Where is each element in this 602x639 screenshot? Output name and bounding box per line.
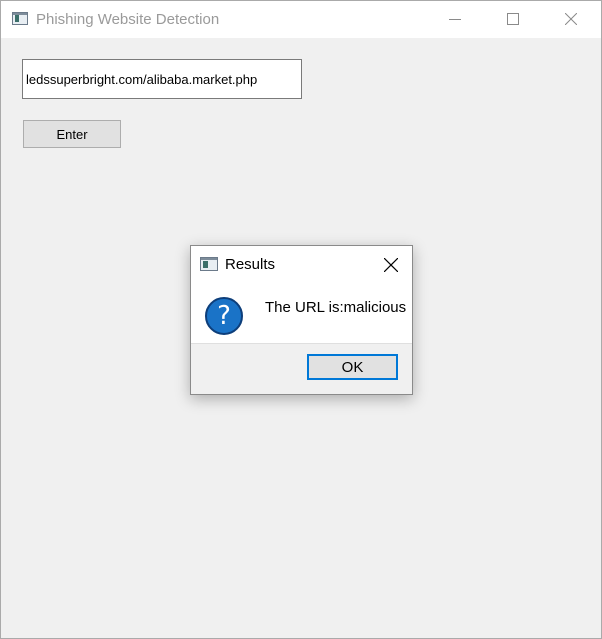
results-dialog: Results ? The URL is:malicious OK bbox=[190, 245, 413, 395]
dialog-close-button[interactable] bbox=[380, 254, 402, 276]
close-icon bbox=[565, 13, 577, 25]
ok-button[interactable]: OK bbox=[307, 354, 398, 380]
ok-button-label: OK bbox=[341, 358, 364, 376]
url-input[interactable] bbox=[22, 59, 302, 99]
app-window-icon bbox=[12, 12, 28, 25]
dialog-footer: OK bbox=[191, 343, 412, 394]
maximize-icon bbox=[507, 13, 519, 25]
minimize-button[interactable] bbox=[432, 1, 478, 38]
app-window-icon bbox=[200, 257, 218, 271]
dialog-title: Results bbox=[225, 256, 276, 273]
title-bar[interactable]: Phishing Website Detection bbox=[1, 1, 601, 38]
question-icon: ? bbox=[205, 297, 243, 335]
enter-button-label: Enter bbox=[56, 126, 88, 142]
window-title: Phishing Website Detection bbox=[36, 11, 220, 28]
enter-button[interactable]: Enter bbox=[23, 120, 121, 148]
close-button[interactable] bbox=[548, 1, 594, 38]
dialog-message: The URL is:malicious bbox=[265, 299, 407, 316]
minimize-icon bbox=[449, 19, 461, 20]
maximize-button[interactable] bbox=[490, 1, 536, 38]
close-icon bbox=[384, 258, 398, 272]
